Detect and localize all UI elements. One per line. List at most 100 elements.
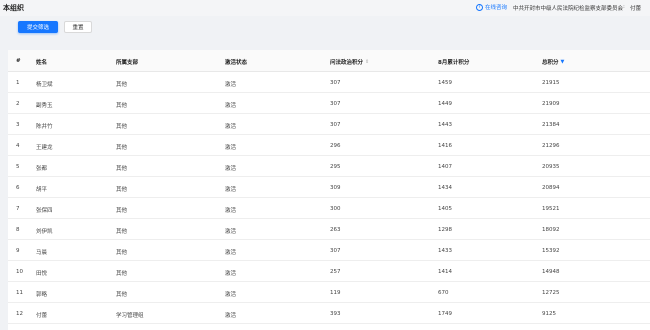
- row-status: 激活: [225, 124, 237, 130]
- column-header-month-score: 8月累计积分: [438, 60, 470, 66]
- row-total-score: 21384: [542, 122, 560, 128]
- row-branch: 其他: [116, 187, 128, 193]
- row-status: 激活: [225, 271, 237, 277]
- row-status: 激活: [225, 229, 237, 235]
- row-month-score: 1298: [438, 227, 452, 233]
- row-status: 激活: [225, 82, 237, 88]
- row-name: 陈井竹: [36, 124, 53, 130]
- row-quiz-score: 309: [330, 185, 341, 191]
- table-row: 12 付蕾 学习管理组 激活 393 1749 9125: [8, 303, 650, 324]
- row-name: 郭略: [36, 292, 48, 298]
- column-header-quiz-score[interactable]: 问法政治积分 ⇕: [330, 58, 369, 66]
- row-month-score: 670: [438, 290, 449, 296]
- column-header-name: 姓名: [36, 60, 48, 66]
- reset-button[interactable]: 重置: [64, 21, 92, 33]
- row-branch: 其他: [116, 292, 128, 298]
- row-index: 5: [16, 164, 20, 170]
- help-link[interactable]: ? 在线咨询: [476, 3, 507, 11]
- row-index: 4: [16, 143, 20, 149]
- row-total-score: 19521: [542, 206, 560, 212]
- row-branch: 其他: [116, 145, 128, 151]
- row-name: 马晨: [36, 250, 48, 256]
- row-total-score: 18092: [542, 227, 560, 233]
- table-row: 2 副秀玉 其他 激活 307 1449 21909: [8, 93, 650, 114]
- row-month-score: 1416: [438, 143, 452, 149]
- row-month-score: 1414: [438, 269, 452, 275]
- table-row: 4 王建龙 其他 激活 296 1416 21296: [8, 135, 650, 156]
- row-quiz-score: 307: [330, 80, 341, 86]
- row-status: 激活: [225, 145, 237, 151]
- row-index: 7: [16, 206, 20, 212]
- row-quiz-score: 263: [330, 227, 341, 233]
- row-quiz-score: 300: [330, 206, 341, 212]
- row-status: 激活: [225, 187, 237, 193]
- row-month-score: 1449: [438, 101, 452, 107]
- table-row: 1 杨卫斌 其他 激活 307 1459 21915: [8, 72, 650, 93]
- top-bar: 本组织 ? 在线咨询 中共开封市中级人民法院纪检监察支部委员会 : 付蕾: [0, 0, 650, 16]
- column-header-status: 激活状态: [225, 60, 248, 66]
- row-quiz-score: 296: [330, 143, 341, 149]
- row-month-score: 1434: [438, 185, 452, 191]
- row-index: 12: [16, 311, 23, 317]
- question-circle-icon: ?: [476, 3, 483, 11]
- row-name: 张都: [36, 166, 48, 172]
- row-branch: 其他: [116, 250, 128, 256]
- submit-filter-button[interactable]: 提交筛选: [18, 21, 58, 33]
- row-month-score: 1459: [438, 80, 452, 86]
- separator: :: [623, 4, 625, 10]
- column-header-total-score-label: 总积分: [542, 60, 559, 66]
- row-status: 激活: [225, 292, 237, 298]
- row-name: 刘伊凯: [36, 229, 53, 235]
- table-row: 5 张都 其他 激活 295 1407 20935: [8, 156, 650, 177]
- row-status: 激活: [225, 208, 237, 214]
- row-branch: 其他: [116, 271, 128, 277]
- row-total-score: 12725: [542, 290, 560, 296]
- row-name: 杨卫斌: [36, 82, 53, 88]
- row-quiz-score: 257: [330, 269, 341, 275]
- row-name: 胡平: [36, 187, 48, 193]
- row-quiz-score: 307: [330, 122, 341, 128]
- row-name: 王建龙: [36, 145, 53, 151]
- row-status: 激活: [225, 313, 237, 319]
- column-header-total-score[interactable]: 总积分 ▼: [542, 58, 564, 66]
- row-quiz-score: 307: [330, 248, 341, 254]
- table-row: 6 胡平 其他 激活 309 1434 20894: [8, 177, 650, 198]
- row-quiz-score: 119: [330, 290, 341, 296]
- row-index: 10: [16, 269, 23, 275]
- row-name: 田悦: [36, 271, 48, 277]
- row-name: 付蕾: [36, 313, 48, 319]
- page-title: 本组织: [3, 4, 24, 12]
- row-quiz-score: 307: [330, 101, 341, 107]
- row-total-score: 21296: [542, 143, 560, 149]
- row-total-score: 9125: [542, 311, 556, 317]
- column-header-index: #: [16, 58, 21, 64]
- row-total-score: 21915: [542, 80, 560, 86]
- row-month-score: 1405: [438, 206, 452, 212]
- row-status: 激活: [225, 166, 237, 172]
- help-label: 在线咨询: [485, 5, 508, 11]
- table-row: 9 马晨 其他 激活 307 1433 15392: [8, 240, 650, 261]
- user-name[interactable]: 付蕾: [630, 4, 641, 12]
- row-index: 11: [16, 290, 23, 296]
- row-branch: 其他: [116, 229, 128, 235]
- row-branch: 其他: [116, 166, 128, 172]
- row-name: 张保四: [36, 208, 53, 214]
- column-header-quiz-score-label: 问法政治积分: [330, 60, 364, 66]
- row-index: 3: [16, 122, 20, 128]
- sort-desc-icon[interactable]: ▼: [561, 59, 565, 65]
- row-total-score: 14948: [542, 269, 560, 275]
- table-header: # 姓名 所属支部 激活状态 问法政治积分 ⇕ 8月累计积分 总积分 ▼: [8, 50, 650, 72]
- sort-icon[interactable]: ⇕: [365, 59, 369, 65]
- org-name: 中共开封市中级人民法院纪检监察支部委员会: [513, 6, 624, 12]
- row-branch: 学习管理组: [116, 313, 144, 319]
- row-total-score: 20935: [542, 164, 560, 170]
- row-index: 8: [16, 227, 20, 233]
- row-total-score: 21909: [542, 101, 560, 107]
- filter-bar: 提交筛选 重置: [0, 16, 650, 44]
- row-index: 9: [16, 248, 20, 254]
- column-header-branch: 所属支部: [116, 60, 139, 66]
- table-row: 11 郭略 其他 激活 119 670 12725: [8, 282, 650, 303]
- row-status: 激活: [225, 250, 237, 256]
- row-month-score: 1407: [438, 164, 452, 170]
- row-total-score: 20894: [542, 185, 560, 191]
